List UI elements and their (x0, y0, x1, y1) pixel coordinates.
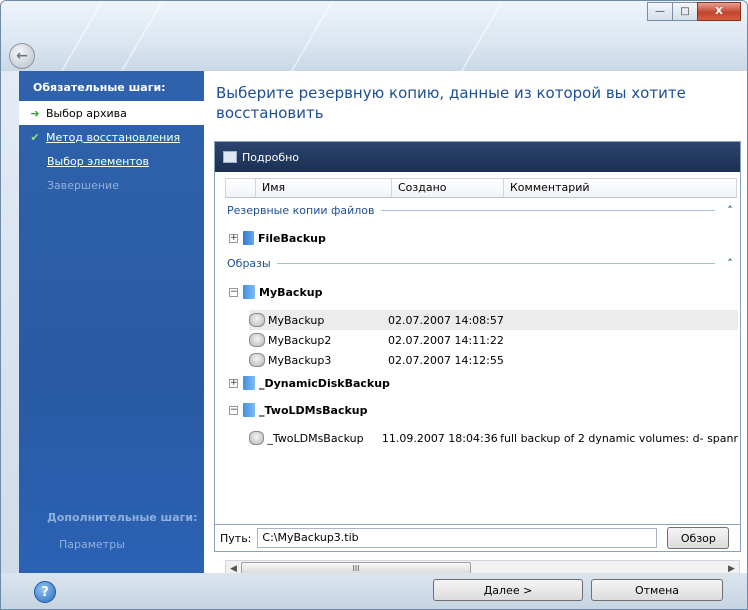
group-images[interactable]: Образы ˄ (227, 255, 735, 271)
disk-image-icon (249, 313, 265, 327)
group-label: Образы (227, 256, 271, 270)
column-headers: Имя Создано Комментарий (225, 178, 737, 198)
column-header-name[interactable]: Имя (256, 179, 392, 197)
wizard-sidebar: Обязательные шаги: ➜ Выбор архива ✔ Мето… (19, 71, 204, 573)
scroll-right-icon[interactable]: ▶ (724, 564, 739, 574)
sidebar-item-options: Параметры (59, 538, 125, 551)
minimize-button[interactable]: — (647, 2, 673, 21)
expand-toggle[interactable]: + (229, 378, 238, 388)
sidebar-item-label: Завершение (47, 178, 119, 192)
tree-item-filebackup[interactable]: + FileBackup (229, 228, 735, 248)
backup-list-panel: Подробно Имя Создано Комментарий Резервн… (214, 141, 741, 577)
table-row[interactable]: _TwoLDMsBackup 11.09.2007 18:04:36 full … (249, 428, 738, 448)
path-row: Путь: C:\MyBackup3.tib Обзор (214, 524, 741, 552)
disk-image-icon (249, 431, 265, 445)
additional-steps-title: Дополнительные шаги: (47, 511, 198, 524)
back-button[interactable]: ← (9, 43, 35, 69)
archive-icon (243, 403, 255, 417)
collapse-toggle[interactable]: − (229, 405, 238, 415)
table-row[interactable]: MyBackup3 02.07.2007 14:12:55 (249, 350, 738, 370)
file-backup-icon (243, 231, 254, 245)
path-input[interactable]: C:\MyBackup3.tib (257, 528, 658, 548)
collapse-toggle[interactable]: − (229, 287, 238, 297)
back-arrow-icon: ← (16, 48, 28, 64)
tree-item-label: _DynamicDiskBackup (259, 376, 390, 390)
disk-image-icon (249, 333, 265, 347)
tree-item-label: MyBackup (259, 285, 323, 299)
required-steps-title: Обязательные шаги: (33, 81, 166, 94)
disk-image-icon (249, 353, 265, 367)
cell-created: 11.09.2007 18:04:36 (381, 431, 498, 445)
chevron-up-icon[interactable]: ˄ (725, 257, 735, 270)
page-title: Выберите резервную копию, данные из кото… (216, 84, 686, 122)
sidebar-item-recovery-method[interactable]: ✔ Метод восстановления (19, 125, 204, 149)
checkmark-icon: ✔ (30, 130, 40, 144)
tree-item-mybackup[interactable]: − MyBackup (229, 282, 735, 302)
cell-name: _TwoLDMsBackup (267, 431, 364, 445)
sidebar-item-label: Выбор архива (46, 106, 127, 120)
sidebar-item-finish: Завершение (19, 173, 204, 197)
help-icon[interactable]: ? (34, 581, 56, 603)
expand-toggle[interactable]: + (229, 233, 238, 243)
group-label: Резервные копии файлов (227, 203, 375, 217)
maximize-button[interactable]: □ (672, 2, 698, 21)
table-row[interactable]: MyBackup 02.07.2007 14:08:57 (249, 310, 738, 330)
footer-bar: ? Далее > Отмена (1, 573, 747, 609)
details-icon (223, 151, 237, 163)
column-header-created[interactable]: Создано (392, 179, 504, 197)
sidebar-item-elements[interactable]: Выбор элементов (19, 149, 204, 173)
sidebar-item-archive[interactable]: ➜ Выбор архива (19, 101, 204, 125)
cell-name: MyBackup3 (268, 353, 332, 367)
tree-item-label: _TwoLDMsBackup (259, 403, 368, 417)
column-header-comment[interactable]: Комментарий (504, 179, 734, 197)
cell-created: 02.07.2007 14:11:22 (388, 333, 504, 347)
tree-item-dynamicdiskbackup[interactable]: + _DynamicDiskBackup (229, 373, 735, 393)
sidebar-item-label: Метод восстановления (46, 130, 181, 144)
tree-item-twoldmsbackup[interactable]: − _TwoLDMsBackup (229, 400, 735, 420)
chevron-up-icon[interactable]: ˄ (725, 204, 735, 217)
title-bar: — □ X ← (1, 1, 747, 71)
browse-button[interactable]: Обзор (667, 527, 730, 549)
cell-name: MyBackup (268, 313, 325, 327)
tree-item-label: FileBackup (258, 231, 326, 245)
group-divider (276, 262, 715, 264)
close-button[interactable]: X (697, 2, 741, 21)
cell-created: 02.07.2007 14:08:57 (388, 313, 504, 327)
group-file-backups[interactable]: Резервные копии файлов ˄ (227, 202, 735, 218)
archive-icon (243, 285, 255, 299)
sidebar-item-label: Выбор элементов (47, 154, 149, 168)
main-content: Выберите резервную копию, данные из кото… (204, 71, 747, 577)
cell-comment: full backup of 2 dynamic volumes: d- spa… (500, 431, 738, 445)
panel-header[interactable]: Подробно (215, 142, 740, 172)
panel-title: Подробно (242, 150, 300, 164)
wizard-window: — □ X ← Обязательные шаги: ➜ Выбор архив… (0, 0, 748, 610)
column-header-blank (226, 179, 256, 197)
archive-icon (243, 376, 255, 390)
cancel-button[interactable]: Отмена (591, 579, 723, 601)
cell-created: 02.07.2007 14:12:55 (388, 353, 504, 367)
next-button[interactable]: Далее > (433, 579, 583, 601)
window-controls: — □ X (647, 2, 741, 21)
group-divider (380, 209, 715, 211)
cell-name: MyBackup2 (268, 333, 332, 347)
scroll-left-icon[interactable]: ◀ (226, 564, 241, 574)
arrow-right-icon: ➜ (30, 106, 40, 120)
path-label: Путь: (220, 531, 252, 545)
table-row[interactable]: MyBackup2 02.07.2007 14:11:22 (249, 330, 738, 350)
